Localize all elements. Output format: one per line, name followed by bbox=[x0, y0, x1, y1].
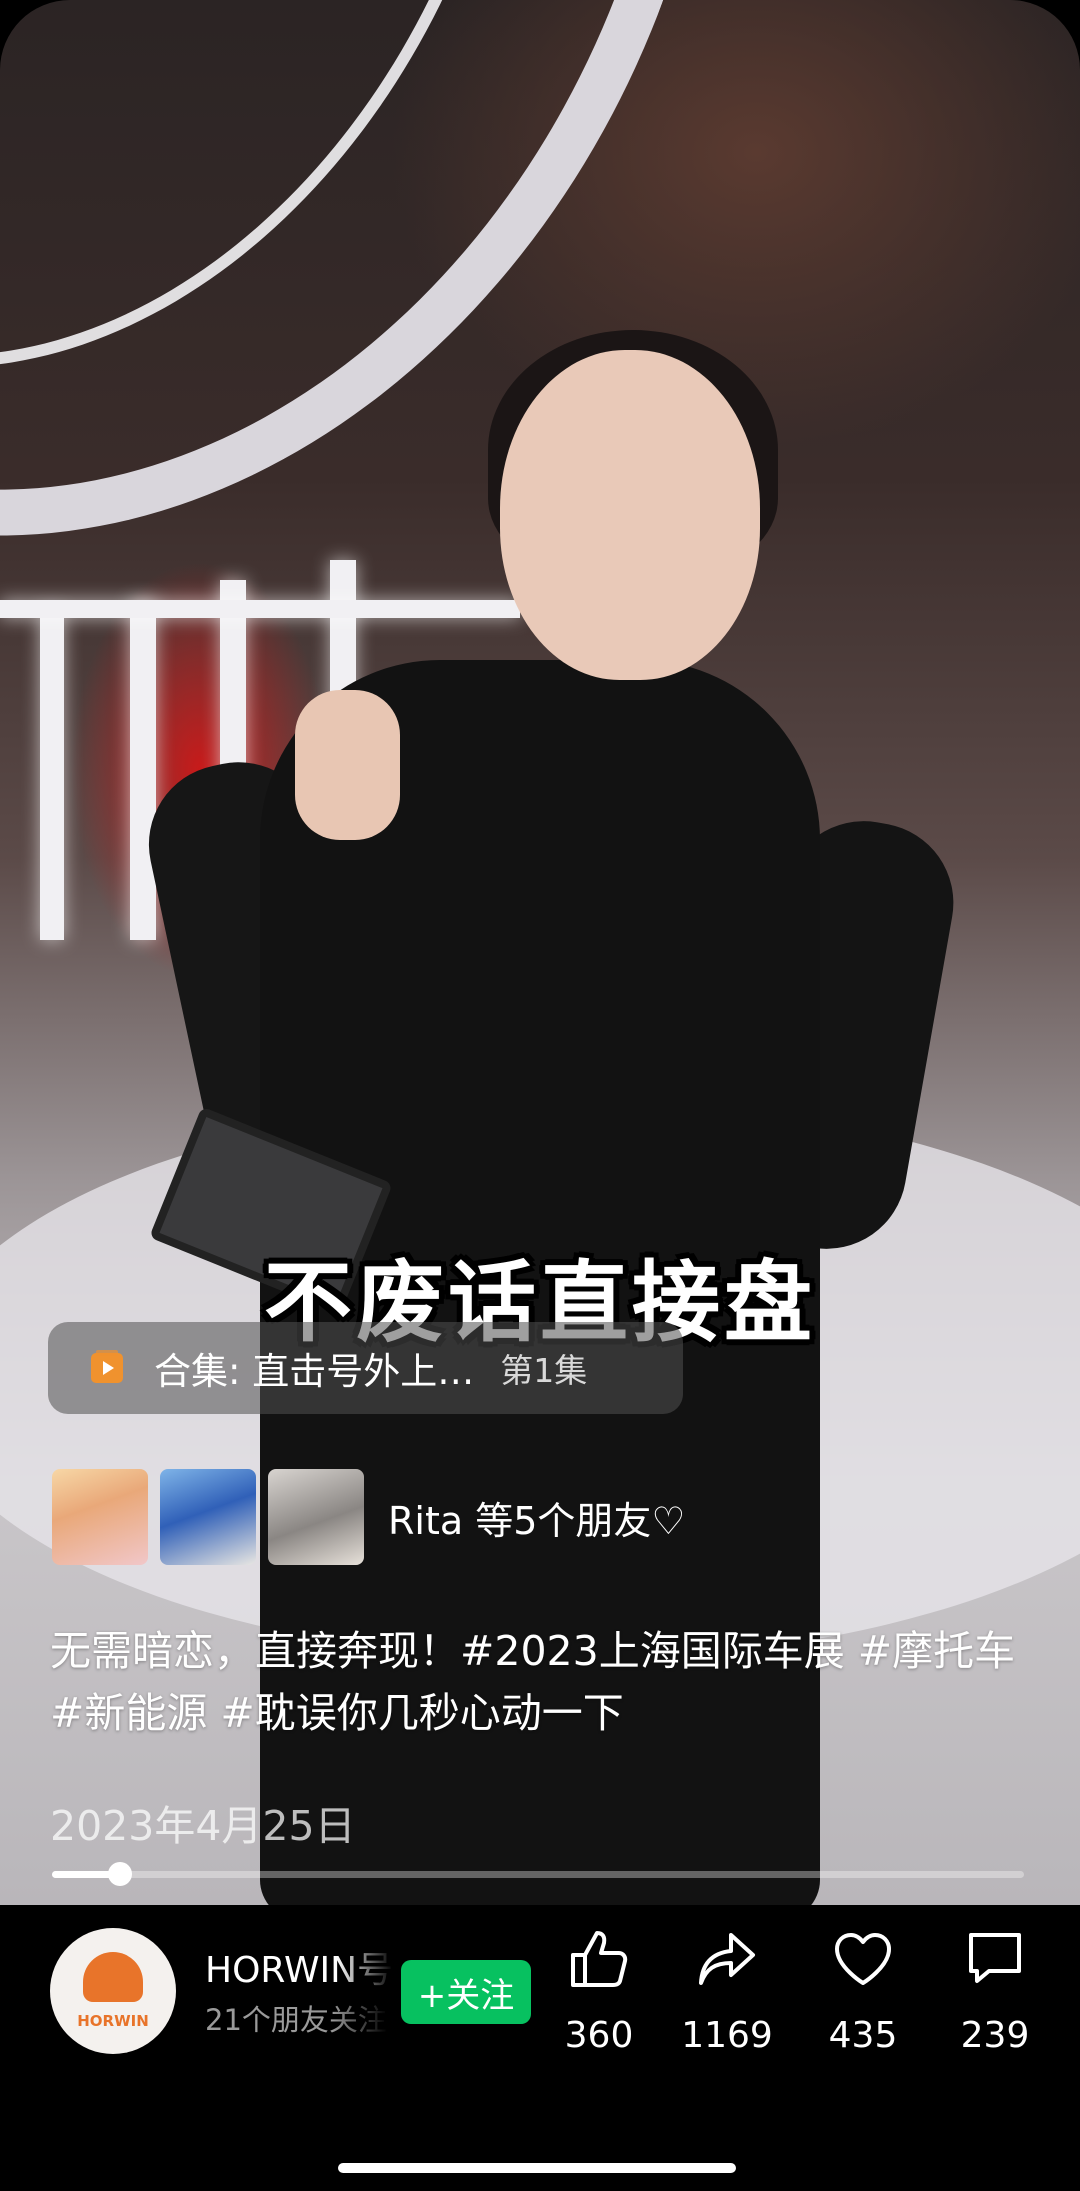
collection-play-icon bbox=[91, 1350, 123, 1383]
presenter-face bbox=[500, 350, 760, 680]
favorite-count: 435 bbox=[828, 2015, 898, 2056]
account-name[interactable]: HORWIN号 bbox=[205, 1941, 393, 1993]
share-count: 1169 bbox=[681, 2015, 773, 2056]
collection-bar[interactable]: 合集: 直击号外上… 第1集 bbox=[48, 1322, 683, 1414]
favorite-button[interactable]: 435 bbox=[808, 1927, 918, 2056]
thumbs-up-icon bbox=[571, 1931, 628, 1987]
account-followers: 21个朋友关注 bbox=[205, 2003, 387, 2037]
avatar-logo-text: HORWIN bbox=[77, 2012, 149, 2030]
share-button[interactable]: 1169 bbox=[672, 1927, 782, 2056]
video-progress-bar[interactable] bbox=[52, 1862, 1024, 1886]
post-date: 2023年4月25日 bbox=[50, 1802, 356, 1850]
friend-avatar[interactable] bbox=[160, 1469, 256, 1565]
light-beam bbox=[0, 600, 520, 618]
brand-logo-icon bbox=[83, 1952, 143, 2002]
share-icon bbox=[699, 1933, 755, 1985]
video-description[interactable]: 无需暗恋，直接奔现！#2023上海国际车展 #摩托车 #新能源 #耽误你几秒心动… bbox=[50, 1620, 1040, 1744]
collection-episode: 第1集 bbox=[500, 1351, 588, 1390]
like-button[interactable]: 360 bbox=[544, 1927, 654, 2056]
account-avatar[interactable]: HORWIN bbox=[50, 1928, 176, 2054]
bottom-action-bar: HORWIN HORWIN号 21个朋友关注 +关注 360 1169 435 bbox=[0, 1905, 1080, 2191]
comment-icon bbox=[969, 1933, 1021, 1983]
home-indicator[interactable] bbox=[338, 2163, 736, 2173]
app-screen: 不废话直接盘 合集: 直击号外上… 第1集 Rita 等5个朋友♡ 无需暗恋，直… bbox=[0, 0, 1080, 2191]
friends-liked-row[interactable]: Rita 等5个朋友♡ bbox=[52, 1468, 685, 1566]
friend-avatar[interactable] bbox=[52, 1469, 148, 1565]
collection-title: 合集: 直击号外上… bbox=[154, 1350, 475, 1393]
friends-liked-text[interactable]: Rita 等5个朋友♡ bbox=[388, 1490, 685, 1545]
friend-avatar[interactable] bbox=[268, 1469, 364, 1565]
video-player[interactable]: 不废话直接盘 合集: 直击号外上… 第1集 Rita 等5个朋友♡ 无需暗恋，直… bbox=[0, 0, 1080, 1905]
progress-handle[interactable] bbox=[108, 1862, 133, 1886]
light-pillar bbox=[40, 610, 64, 940]
follow-button[interactable]: +关注 bbox=[401, 1960, 531, 2024]
presenter-hand bbox=[295, 690, 400, 840]
comment-count: 239 bbox=[960, 2015, 1030, 2056]
comment-button[interactable]: 239 bbox=[940, 1927, 1050, 2056]
like-count: 360 bbox=[564, 2015, 634, 2056]
light-pillar bbox=[130, 600, 156, 940]
heart-icon bbox=[835, 1933, 891, 1985]
